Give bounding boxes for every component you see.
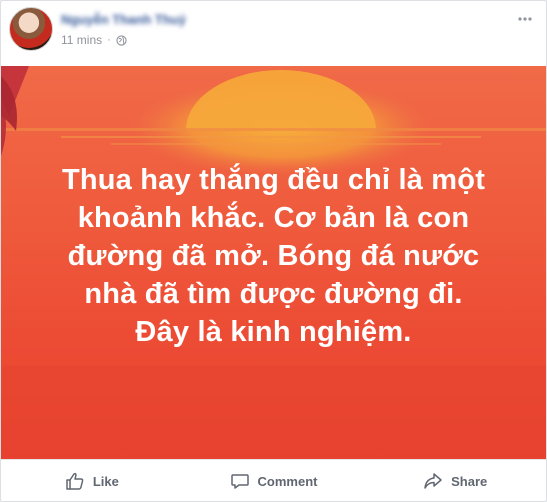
post-card: Nguyễn Thanh Thuỷ 11 mins · Thua hay thắ… bbox=[0, 0, 547, 502]
thumbs-up-icon bbox=[66, 472, 84, 490]
like-label: Like bbox=[92, 473, 119, 489]
comment-label: Comment bbox=[257, 473, 318, 489]
author-name[interactable]: Nguyễn Thanh Thuỷ bbox=[61, 12, 186, 27]
avatar[interactable] bbox=[9, 7, 53, 51]
share-label: Share bbox=[451, 473, 488, 489]
post-text-line: Đây là kinh nghiệm. bbox=[135, 316, 412, 348]
comment-button[interactable]: Comment bbox=[183, 460, 365, 501]
timestamp[interactable]: 11 mins bbox=[61, 33, 102, 47]
share-button[interactable]: Share bbox=[364, 460, 546, 501]
comment-bubble-icon bbox=[230, 474, 249, 489]
more-options-icon[interactable] bbox=[516, 11, 534, 27]
post-meta: 11 mins · bbox=[61, 33, 127, 47]
post-background: Thua hay thắng đều chỉ là một khoảnh khắ… bbox=[1, 66, 546, 459]
share-arrow-icon bbox=[424, 473, 442, 489]
post-text-line: khoảnh khắc. Cơ bản là con bbox=[77, 202, 470, 234]
post-text-line: đường đã mở. Bóng đá nước bbox=[67, 240, 480, 272]
globe-icon[interactable] bbox=[116, 34, 127, 46]
like-button[interactable]: Like bbox=[1, 460, 183, 501]
action-bar: Like Comment Share bbox=[1, 459, 546, 501]
post-text-line: nhà đã tìm được đường đi. bbox=[84, 278, 463, 310]
separator: · bbox=[107, 34, 111, 46]
post-text: Thua hay thắng đều chỉ là một khoảnh khắ… bbox=[21, 161, 526, 351]
post-text-line: Thua hay thắng đều chỉ là một bbox=[61, 164, 486, 196]
